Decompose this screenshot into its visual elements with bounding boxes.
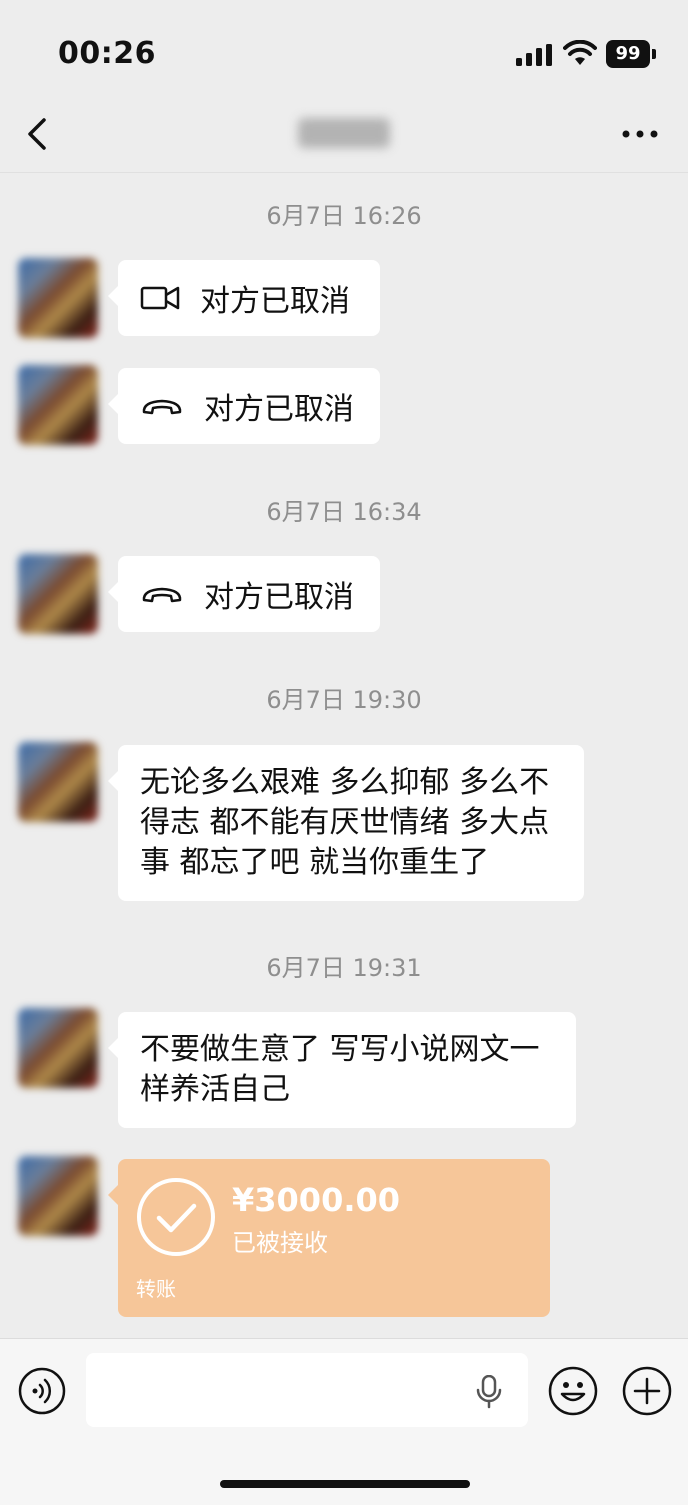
call-message[interactable]: 对方已取消 <box>108 368 380 444</box>
avatar[interactable] <box>18 365 98 445</box>
text-message[interactable]: 无论多么艰难 多么抑郁 多么不 得志 都不能有厌世情绪 多大点 事 都忘了吧 就… <box>108 745 584 901</box>
timestamp: 6月7日 16:26 <box>266 202 422 230</box>
status-bar: 00:26 99 <box>0 0 688 100</box>
timestamp: 6月7日 19:31 <box>266 954 422 982</box>
avatar[interactable] <box>18 1008 98 1088</box>
more-icon[interactable] <box>620 128 660 140</box>
message-line: 事 都忘了吧 就当你重生了 <box>140 845 490 880</box>
call-status-text: 对方已取消 <box>200 284 350 319</box>
battery-level: 99 <box>606 40 650 68</box>
cellular-signal-icon <box>516 44 552 66</box>
call-message[interactable]: 对方已取消 <box>108 556 380 632</box>
avatar[interactable] <box>18 742 98 822</box>
plus-icon[interactable] <box>622 1366 672 1416</box>
video-call-icon <box>140 286 180 310</box>
message-line: 样养活自己 <box>140 1072 290 1107</box>
timestamp: 6月7日 16:34 <box>266 498 422 526</box>
avatar[interactable] <box>18 258 98 338</box>
timestamp: 6月7日 19:30 <box>266 686 422 714</box>
back-arrow-icon[interactable] <box>24 114 54 154</box>
transfer-message[interactable]: ¥3000.00 已被接收 转账 <box>108 1159 550 1317</box>
check-circle-icon <box>137 1178 215 1256</box>
call-status-text: 对方已取消 <box>204 580 354 615</box>
transfer-amount: ¥3000.00 <box>232 1181 401 1219</box>
message-input[interactable] <box>86 1353 528 1427</box>
message-line: 无论多么艰难 多么抑郁 多么不 <box>140 765 550 800</box>
text-message[interactable]: 不要做生意了 写写小说网文一 样养活自己 <box>108 1012 576 1128</box>
call-status-text: 对方已取消 <box>204 392 354 427</box>
message-line: 得志 都不能有厌世情绪 多大点 <box>140 805 550 840</box>
microphone-icon[interactable] <box>476 1375 502 1409</box>
avatar[interactable] <box>18 1156 98 1236</box>
status-time: 00:26 <box>58 36 156 71</box>
voice-call-icon <box>142 587 182 603</box>
transfer-label: 转账 <box>136 1277 176 1301</box>
voice-call-icon <box>142 399 182 415</box>
call-message[interactable]: 对方已取消 <box>108 260 380 336</box>
wifi-icon <box>563 40 597 65</box>
battery-icon: 99 <box>606 40 656 68</box>
transfer-status: 已被接收 <box>232 1229 328 1257</box>
emoji-icon[interactable] <box>548 1366 598 1416</box>
contact-name <box>298 118 390 148</box>
message-line: 不要做生意了 写写小说网文一 <box>140 1032 540 1067</box>
voice-input-icon[interactable] <box>18 1367 66 1415</box>
home-indicator <box>220 1480 470 1488</box>
avatar[interactable] <box>18 554 98 634</box>
chat-header <box>0 100 688 173</box>
